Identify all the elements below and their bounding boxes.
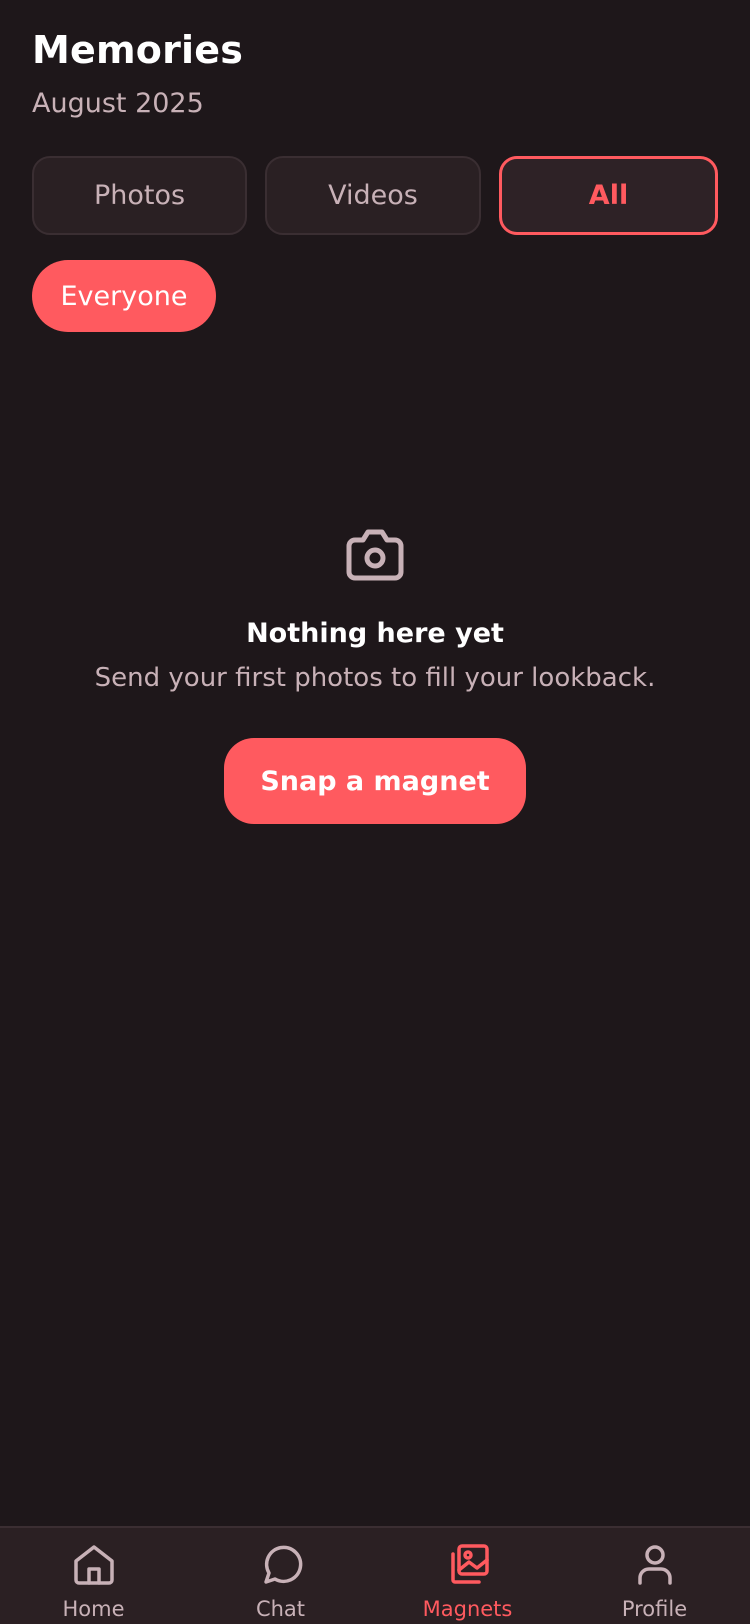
page-subtitle-month: August 2025 bbox=[32, 88, 204, 119]
empty-state: Nothing here yet Send your first photos … bbox=[0, 528, 750, 693]
tab-videos[interactable]: Videos bbox=[265, 156, 481, 235]
tab-photos[interactable]: Photos bbox=[32, 156, 247, 235]
nav-item-chat[interactable]: Chat bbox=[187, 1528, 374, 1624]
person-icon bbox=[637, 1545, 672, 1585]
nav-item-home[interactable]: Home bbox=[0, 1528, 187, 1624]
nav-label-home: Home bbox=[62, 1597, 125, 1621]
page-title: Memories bbox=[32, 28, 244, 72]
snap-a-magnet-button[interactable]: Snap a magnet bbox=[224, 738, 526, 824]
nav-label-chat: Chat bbox=[255, 1597, 306, 1621]
media-filter-tabs: Photos Videos All bbox=[32, 156, 718, 235]
nav-item-magnets[interactable]: Magnets bbox=[374, 1528, 561, 1624]
nav-item-profile[interactable]: Profile bbox=[561, 1528, 748, 1624]
nav-label-magnets: Magnets bbox=[422, 1597, 513, 1621]
nav-label-profile: Profile bbox=[621, 1597, 688, 1621]
home-icon bbox=[73, 1545, 114, 1585]
tab-all[interactable]: All bbox=[499, 156, 718, 235]
chat-bubble-icon bbox=[263, 1545, 302, 1584]
photo-gallery-icon bbox=[450, 1544, 489, 1584]
empty-state-title: Nothing here yet bbox=[246, 618, 504, 649]
memories-screen: Memories August 2025 Photos Videos All E… bbox=[0, 0, 750, 1624]
camera-icon bbox=[346, 529, 404, 581]
people-filter-chip-everyone[interactable]: Everyone bbox=[32, 260, 216, 332]
bottom-navigation-bar: Home Chat Magnets Profile bbox=[0, 1526, 750, 1624]
empty-state-message: Send your first photos to fill your look… bbox=[94, 663, 656, 693]
